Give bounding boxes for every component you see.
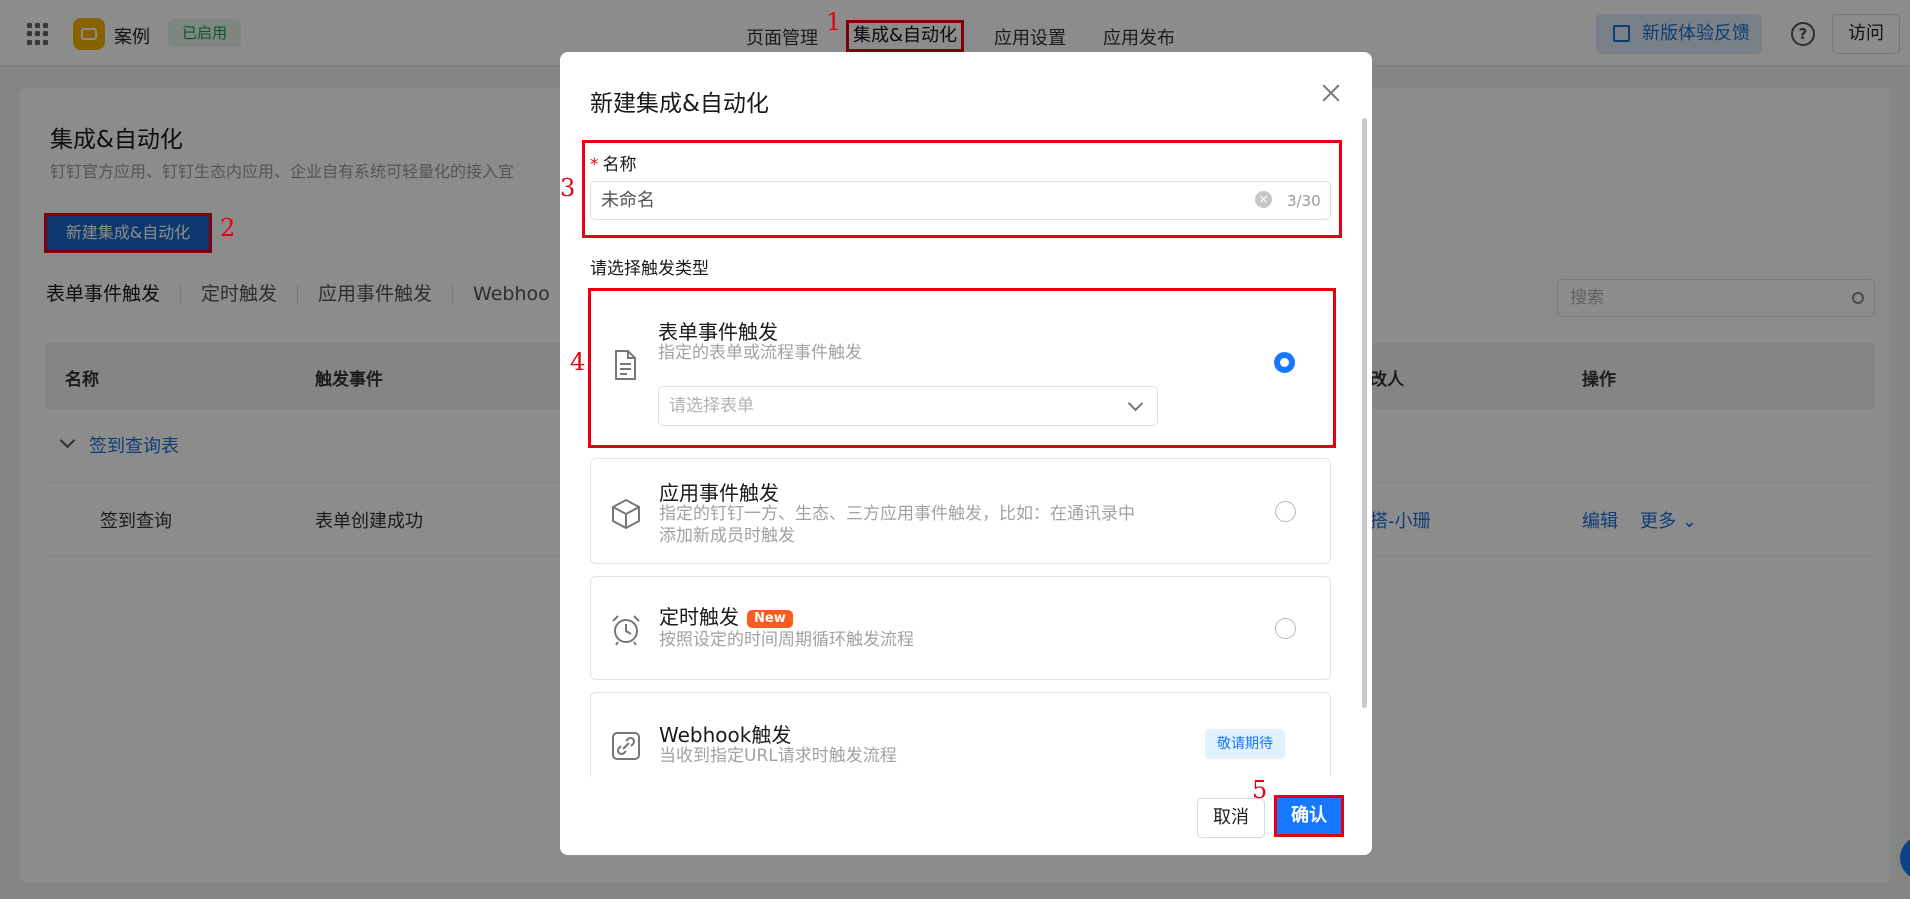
card-title: Webhook触发 — [659, 723, 792, 747]
link-icon — [612, 732, 640, 760]
card-title: 表单事件触发 — [658, 320, 778, 344]
card-description: 指定的表单或流程事件触发 — [658, 343, 862, 363]
card-form-event[interactable]: 表单事件触发 指定的表单或流程事件触发 请选择表单 — [590, 292, 1331, 444]
card-title: 定时触发 New — [659, 601, 793, 630]
coming-soon-badge: 敬请期待 — [1205, 729, 1285, 759]
trigger-type-label: 请选择触发类型 — [590, 259, 709, 279]
cancel-button[interactable]: 取消 — [1197, 798, 1265, 838]
radio-app-event[interactable] — [1275, 501, 1296, 522]
card-timer[interactable]: 定时触发 New 按照设定的时间周期循环触发流程 — [590, 576, 1331, 680]
confirm-button[interactable]: 确认 — [1274, 795, 1344, 837]
card-description-line2: 添加新成员时触发 — [659, 526, 795, 546]
new-badge: New — [747, 609, 793, 628]
radio-timer[interactable] — [1275, 618, 1296, 639]
cube-icon — [612, 498, 640, 530]
alarm-clock-icon — [612, 615, 640, 646]
name-input[interactable]: 未命名 — [590, 181, 1331, 220]
name-label: * 名称 — [590, 155, 637, 175]
annotation-3: 3 — [560, 174, 576, 202]
clear-icon[interactable]: × — [1255, 191, 1272, 208]
card-description: 指定的钉钉一方、生态、三方应用事件触发，比如：在通讯录中 — [659, 504, 1135, 524]
char-counter: 3/30 — [1287, 192, 1321, 210]
form-select[interactable]: 请选择表单 — [658, 386, 1158, 426]
document-icon — [615, 350, 636, 380]
annotation-2: 2 — [220, 214, 236, 242]
card-description: 当收到指定URL请求时触发流程 — [659, 746, 897, 766]
chevron-down-icon — [1127, 395, 1144, 412]
form-select-placeholder: 请选择表单 — [669, 396, 754, 416]
annotation-5: 5 — [1252, 776, 1268, 804]
card-title: 应用事件触发 — [659, 481, 779, 505]
annotation-4: 4 — [570, 348, 586, 376]
radio-form-event[interactable] — [1274, 352, 1295, 373]
scrollbar[interactable] — [1362, 118, 1367, 708]
card-description: 按照设定的时间周期循环触发流程 — [659, 630, 914, 650]
close-icon[interactable] — [1320, 82, 1342, 104]
new-integration-dialog: 新建集成&自动化 * 名称 未命名 × 3/30 请选择触发类型 表单事件触发 指… — [560, 52, 1372, 855]
dialog-title: 新建集成&自动化 — [590, 91, 769, 117]
card-app-event[interactable]: 应用事件触发 指定的钉钉一方、生态、三方应用事件触发，比如：在通讯录中 添加新成… — [590, 458, 1331, 564]
annotation-1: 1 — [826, 8, 842, 36]
